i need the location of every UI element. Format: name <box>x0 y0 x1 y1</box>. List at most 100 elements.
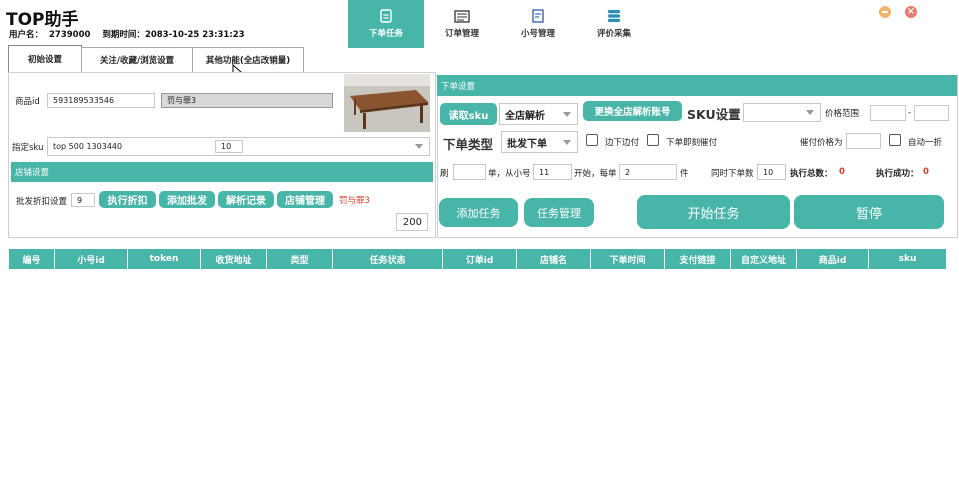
column-header[interactable]: 订单id <box>443 249 517 269</box>
order-type-select[interactable]: 批发下单 <box>501 131 578 153</box>
brush-count-input[interactable] <box>453 164 486 180</box>
shop-settings-header: 店铺设置 <box>11 162 433 182</box>
count-input[interactable]: 200 <box>396 213 428 231</box>
column-header[interactable]: 下单时间 <box>591 249 665 269</box>
product-thumbnail <box>344 74 430 132</box>
read-sku-button[interactable]: 读取sku <box>440 103 497 125</box>
price-range-label: 价格范围 <box>825 109 860 119</box>
order-icon <box>454 10 470 23</box>
username-label: 用户名： <box>9 30 44 40</box>
chevron-down-icon <box>563 111 571 117</box>
parse-mode-value: 全店解析 <box>505 110 545 122</box>
tab-label: 其他功能(全店改销量) <box>205 56 291 66</box>
user-info: 用户名： 2739000 到期时间：2083-10-25 23:31:23 <box>9 28 251 40</box>
parse-mode-select[interactable]: 全店解析 <box>499 103 578 125</box>
replace-account-button[interactable]: 更换全店解析账号 <box>583 101 682 121</box>
column-header[interactable]: token <box>128 249 201 269</box>
username: 2739000 <box>49 30 91 40</box>
total-value: 0 <box>839 167 845 177</box>
auto-discount-label: 自动一折 <box>908 138 943 148</box>
price-max-input[interactable] <box>914 105 949 121</box>
pause-button[interactable]: 暂停 <box>794 195 944 229</box>
brush-label: 刷 <box>440 169 449 179</box>
top-nav: 下单任务 订单管理 小号管理 评价采集 <box>348 0 652 48</box>
price-separator: - <box>908 108 912 118</box>
success-label: 执行成功： <box>876 169 919 179</box>
column-header[interactable]: 支付链接 <box>665 249 731 269</box>
shop-manage-button[interactable]: 店铺管理 <box>277 191 333 208</box>
product-id-label: 商品id <box>15 97 40 107</box>
expire-label: 到期时间： <box>102 30 145 40</box>
sku-setting-label: SKU设置 <box>687 107 741 122</box>
chevron-down-icon <box>563 139 571 145</box>
sku-setting-select[interactable] <box>743 103 821 122</box>
task-icon <box>380 9 392 23</box>
pay-while-order-checkbox[interactable] <box>586 134 598 146</box>
success-value: 0 <box>923 167 929 177</box>
minimize-button[interactable] <box>879 6 891 18</box>
price-min-input[interactable] <box>870 105 906 121</box>
column-header[interactable]: 任务状态 <box>333 249 443 269</box>
batch-discount-input[interactable]: 9 <box>71 193 95 207</box>
tab-label: 初始设置 <box>27 55 62 65</box>
remind-price-input[interactable] <box>846 133 881 149</box>
nav-order-task[interactable]: 下单任务 <box>348 0 424 48</box>
expire-time: 2083-10-25 23:31:23 <box>144 30 245 40</box>
batch-discount-label: 批发折扣设置 <box>16 197 68 207</box>
account-icon <box>532 9 544 23</box>
nav-label: 订单管理 <box>444 29 479 39</box>
app-title: TOP助手 <box>6 10 79 30</box>
nav-account-manage[interactable]: 小号管理 <box>500 0 576 48</box>
chevron-down-icon <box>806 110 814 115</box>
tab-other-functions[interactable]: 其他功能(全店改销量) <box>192 47 304 72</box>
close-button[interactable]: × <box>905 6 917 18</box>
from-account-input[interactable]: 11 <box>533 164 572 180</box>
settings-tabs: 初始设置 关注/收藏/浏览设置 其他功能(全店改销量) <box>8 45 304 72</box>
nav-label: 小号管理 <box>520 29 555 39</box>
add-task-button[interactable]: 添加任务 <box>439 198 518 227</box>
product-id-input[interactable]: 593189533546 <box>47 93 155 108</box>
start-task-button[interactable]: 开始任务 <box>637 195 790 229</box>
column-header[interactable]: 编号 <box>9 249 55 269</box>
parse-log-button[interactable]: 解析记录 <box>218 191 274 208</box>
add-batch-button[interactable]: 添加批发 <box>159 191 215 208</box>
from-account-label: 单，从小号 <box>488 169 531 179</box>
column-header[interactable]: sku <box>869 249 946 269</box>
total-label: 执行总数： <box>790 169 833 179</box>
auto-discount-checkbox[interactable] <box>889 134 901 146</box>
nav-order-manage[interactable]: 订单管理 <box>424 0 500 48</box>
product-name-field: 罚与罪3 <box>161 93 333 108</box>
concurrent-input[interactable]: 10 <box>757 164 786 180</box>
shop-name-text: 罚与罪3 <box>339 196 370 206</box>
sku-label: 指定sku <box>12 143 44 153</box>
concurrent-label: 同时下单数 <box>711 169 754 179</box>
exec-discount-button[interactable]: 执行折扣 <box>99 191 156 208</box>
task-table-body <box>9 269 946 495</box>
task-manage-button[interactable]: 任务管理 <box>524 198 594 227</box>
order-type-label: 下单类型 <box>443 137 494 152</box>
column-header[interactable]: 类型 <box>267 249 333 269</box>
pay-immediately-checkbox[interactable] <box>647 134 659 146</box>
product-image <box>344 74 430 132</box>
column-header[interactable]: 小号id <box>55 249 128 269</box>
tab-follow-settings[interactable]: 关注/收藏/浏览设置 <box>81 47 193 72</box>
sku-value: top 500 1303440 <box>53 142 123 151</box>
tab-label: 关注/收藏/浏览设置 <box>99 56 175 66</box>
sku-quantity-input[interactable]: 10 <box>215 140 243 153</box>
remind-price-label: 催付价格为 <box>800 138 843 148</box>
order-settings-header: 下单设置 <box>437 75 957 96</box>
column-header[interactable]: 商品id <box>797 249 869 269</box>
nav-label: 评价采集 <box>596 29 631 39</box>
nav-review-collect[interactable]: 评价采集 <box>576 0 652 48</box>
order-type-value: 批发下单 <box>507 138 547 150</box>
tab-initial-settings[interactable]: 初始设置 <box>8 45 82 72</box>
column-header[interactable]: 店铺名 <box>517 249 591 269</box>
database-icon <box>608 10 620 22</box>
pay-while-order-label: 边下边付 <box>605 138 640 148</box>
per-order-input[interactable]: 2 <box>619 164 677 180</box>
column-header[interactable]: 收货地址 <box>201 249 267 269</box>
nav-label: 下单任务 <box>368 29 403 39</box>
piece-label: 件 <box>680 169 689 179</box>
chevron-down-icon <box>415 144 423 149</box>
column-header[interactable]: 自定义地址 <box>731 249 797 269</box>
